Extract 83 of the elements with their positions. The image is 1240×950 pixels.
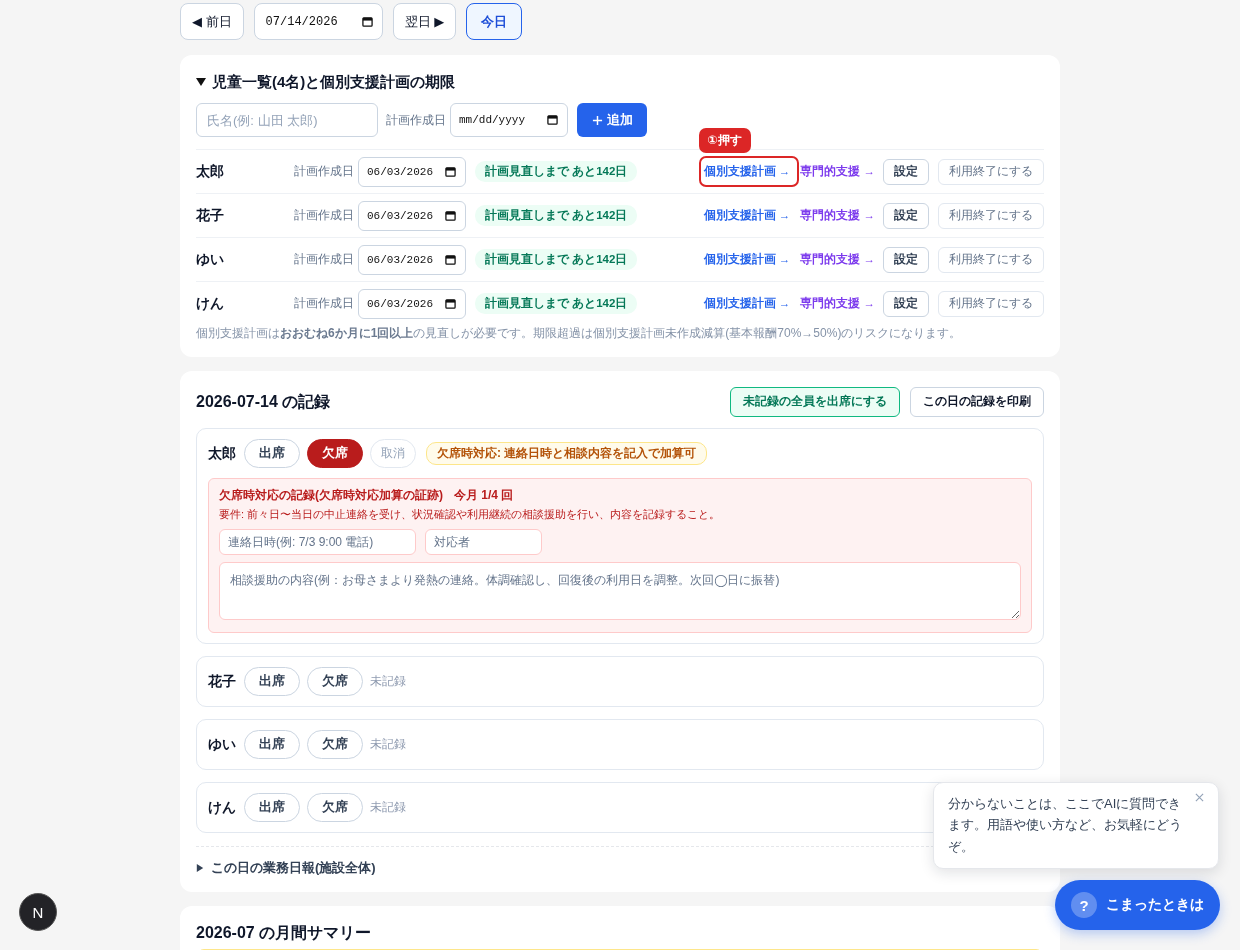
child-name: 太郎	[208, 444, 236, 463]
note-text: 個別支援計画はおおむね6か月に1回以上の見直しが必要です。期限超過は個別支援計画未作成減算(基本報酬70%→50%)のリスクになります。	[196, 326, 963, 341]
present-button[interactable]: 出席	[244, 667, 300, 696]
absent-button[interactable]: 欠席	[307, 730, 363, 759]
calendar-icon	[361, 15, 373, 27]
monthly-count: 今月 1/4 回	[454, 487, 514, 503]
status-text: 未記録	[370, 799, 406, 816]
specialist-support-link[interactable]: 専門的支援 →	[800, 208, 875, 223]
end-use-button[interactable]: 利用終了にする	[938, 158, 1044, 185]
child-name: けん	[208, 798, 236, 817]
add-button[interactable]: 追加	[577, 103, 647, 137]
plan-link[interactable]: 個別支援計画 →	[698, 200, 800, 231]
field-label: 計画作成日	[294, 296, 354, 311]
absent-button[interactable]: 欠席	[307, 667, 363, 696]
child-name: 花子	[196, 206, 225, 225]
requirement-text: 要件: 前々日〜当日の中止連絡を受け、状況確認や利用継続の相談援助を行い、内容を記録すること。	[219, 507, 722, 522]
end-use-button[interactable]: 利用終了にする	[938, 246, 1044, 273]
field-label: 計画作成日	[294, 164, 354, 179]
specialist-support-link[interactable]: 専門的支援 →	[800, 252, 875, 267]
plan-link[interactable]: 個別支援計画 →	[698, 288, 800, 319]
child-name: 花子	[208, 672, 236, 691]
deadline-badge: 計画見直しまで あと142日	[475, 161, 638, 182]
close-icon[interactable]	[1195, 792, 1204, 802]
consultation-textarea[interactable]: 相談援助の内容(例：お母さまより発熱の連絡。体調確認し、回復後の利用日を調整。次回◯日に振替)	[219, 562, 1021, 620]
calendar-icon	[445, 209, 456, 221]
end-use-button[interactable]: 利用終了にする	[938, 290, 1044, 317]
tooltip-text: 分からないことは、ここでAIに質問できます。用語や使い方など、お気軽にどうぞ。	[948, 794, 1183, 856]
child-name: 太郎	[196, 162, 225, 181]
date-field[interactable]: 06/03/2026	[358, 200, 466, 231]
child-name: ゆい	[196, 250, 225, 269]
absent-button[interactable]: 欠席	[307, 439, 363, 468]
date-field[interactable]: mm/dd/yyyy	[450, 103, 568, 137]
calendar-icon	[445, 253, 456, 265]
help-button[interactable]: ? こまったときは	[1055, 880, 1220, 930]
question-icon: ?	[1071, 892, 1097, 918]
section-toggle[interactable]: この日の業務日報(施設全体)	[196, 860, 376, 876]
specialist-support-link[interactable]: 専門的支援 →	[800, 164, 875, 179]
child-name: けん	[196, 294, 225, 313]
calendar-icon	[445, 297, 456, 309]
date-field[interactable]: 07/14/2026	[253, 3, 383, 40]
field-label: 計画作成日	[386, 112, 446, 128]
status-text: 未記録	[370, 736, 406, 753]
contact-time-input[interactable]: 連絡日時(例: 7/3 9:00 電話)	[219, 529, 416, 555]
present-button[interactable]: 出席	[244, 793, 300, 822]
deadline-badge: 計画見直しまで あと142日	[475, 249, 638, 270]
present-button[interactable]: 出席	[244, 730, 300, 759]
plan-link[interactable]: 個別支援計画 →	[698, 156, 800, 187]
today-button[interactable]: 今日	[466, 3, 523, 40]
end-use-button[interactable]: 利用終了にする	[938, 202, 1044, 229]
settings-button[interactable]: 設定	[883, 246, 929, 273]
plan-link[interactable]: 個別支援計画 →	[698, 244, 800, 275]
calendar-icon	[445, 165, 456, 177]
mark-all-present-button[interactable]: 未記録の全員を出席にする	[730, 386, 900, 417]
date-field[interactable]: 06/03/2026	[358, 288, 466, 319]
settings-button[interactable]: 設定	[883, 290, 929, 317]
form-title: 欠席時対応の記録(欠席時対応加算の証跡)	[219, 487, 443, 503]
staff-input[interactable]: 対応者	[425, 529, 542, 555]
settings-button[interactable]: 設定	[883, 158, 929, 185]
present-button[interactable]: 出席	[244, 439, 300, 468]
dev-tools-button[interactable]: N	[19, 893, 57, 931]
date-field[interactable]: 06/03/2026	[358, 244, 466, 275]
section-title: 2026-07-14 の記録	[196, 391, 331, 412]
calendar-icon	[547, 114, 558, 125]
deadline-badge: 計画見直しまで あと142日	[475, 293, 638, 314]
name-input[interactable]: 氏名(例: 山田 太郎)	[196, 103, 378, 137]
section-title: 2026-07 の月間サマリー	[196, 923, 373, 943]
help-label: こまったときは	[1106, 896, 1204, 914]
section-toggle[interactable]: 児童一覧(4名)と個別支援計画の期限	[196, 71, 456, 93]
settings-button[interactable]: 設定	[883, 202, 929, 229]
child-name: ゆい	[208, 735, 236, 754]
field-label: 計画作成日	[294, 208, 354, 223]
deadline-badge: 計画見直しまで あと142日	[475, 205, 638, 226]
specialist-support-link[interactable]: 専門的支援 →	[800, 296, 875, 311]
callout-label: ①押す	[698, 128, 751, 153]
notice-badge: 欠席時対応: 連絡日時と相談内容を記入で加算可	[426, 442, 708, 465]
field-label: 計画作成日	[294, 252, 354, 267]
date-field[interactable]: 06/03/2026	[358, 156, 466, 187]
previous-day-button[interactable]: ◀ 前日	[180, 3, 244, 40]
plus-icon	[591, 114, 603, 126]
next-day-button[interactable]: 翌日 ▶	[392, 3, 457, 40]
status-text: 未記録	[370, 673, 406, 690]
print-button[interactable]: この日の記録を印刷	[910, 386, 1044, 417]
absent-button[interactable]: 欠席	[307, 793, 363, 822]
